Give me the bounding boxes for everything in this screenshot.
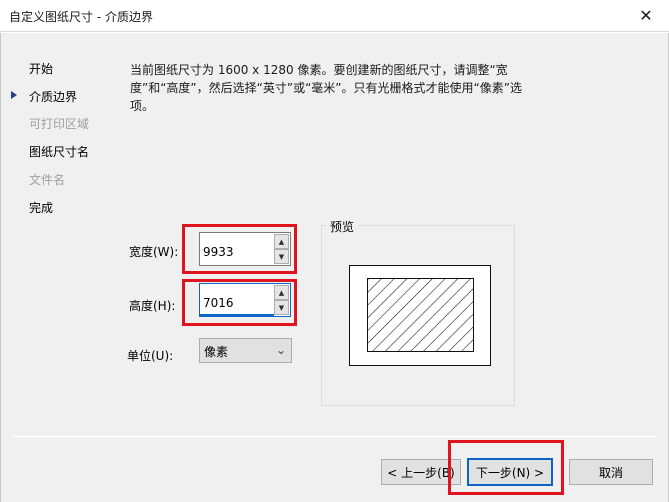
hatch-pattern-icon <box>368 279 473 351</box>
window-title: 自定义图纸尺寸 - 介质边界 <box>9 10 153 24</box>
next-highlight-box <box>448 440 564 495</box>
units-selected-value: 像素 <box>204 345 229 359</box>
dialog-body: 开始 介质边界 可打印区域 图纸尺寸名 文件名 完成 当前图纸尺寸为 1600 … <box>0 33 669 502</box>
cancel-button[interactable]: 取消 <box>569 459 653 485</box>
height-label: 高度(H): <box>129 299 176 313</box>
step-printable-area: 可打印区域 <box>29 117 90 131</box>
window-border-left <box>0 33 1 502</box>
step-finish: 完成 <box>29 201 54 215</box>
step-file-name: 文件名 <box>29 173 66 187</box>
step-paper-size-name: 图纸尺寸名 <box>29 145 90 159</box>
preview-title: 预览 <box>326 218 359 235</box>
button-divider <box>12 436 657 437</box>
step-start: 开始 <box>29 62 54 76</box>
height-highlight-box <box>182 279 297 326</box>
title-bar: 自定义图纸尺寸 - 介质边界 ✕ <box>0 0 669 32</box>
width-label: 宽度(W): <box>129 245 179 259</box>
width-highlight-box <box>182 224 297 274</box>
close-icon[interactable]: ✕ <box>623 0 669 31</box>
current-step-arrow-icon <box>11 91 17 99</box>
description-text: 当前图纸尺寸为 1600 x 1280 像素。要创建新的图纸尺寸，请调整“宽度”… <box>130 63 522 113</box>
chevron-down-icon: ⌄ <box>275 343 286 357</box>
units-label: 单位(U): <box>127 349 174 363</box>
units-select[interactable]: 像素 ⌄ <box>199 338 292 363</box>
preview-hatched-area <box>367 278 474 352</box>
step-media-bounds: 介质边界 <box>29 90 78 104</box>
